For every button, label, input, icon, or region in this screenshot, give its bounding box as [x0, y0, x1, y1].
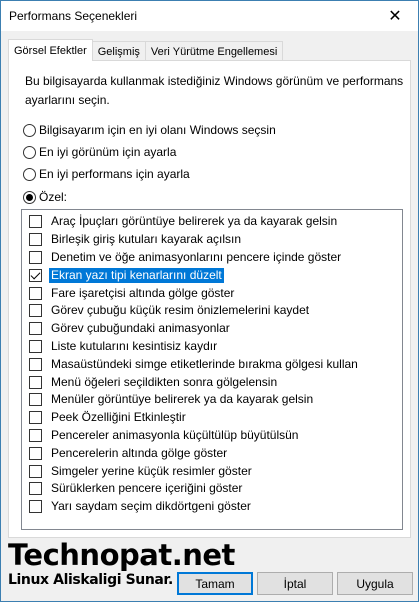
list-item[interactable]: Görev çubuğundaki animasyonlar [22, 320, 402, 338]
list-item-label: Sürüklerken pencere içeriğini göster [51, 481, 243, 496]
cancel-button[interactable]: İptal [257, 572, 333, 595]
list-item-label: Peek Özelliğini Etkinleştir [51, 410, 186, 425]
list-item-label: Fare işaretçisi altında gölge göster [51, 285, 235, 300]
radio-label: Özel: [39, 190, 68, 204]
ok-button[interactable]: Tamam [177, 572, 253, 595]
list-item[interactable]: Menüler görüntüye belirerek ya da kayara… [22, 391, 402, 409]
tab-visual-effects[interactable]: Görsel Efektler [8, 39, 93, 61]
checkbox[interactable] [29, 464, 42, 478]
list-item-label: Pencerelerin altında gölge göster [51, 445, 228, 460]
checkbox[interactable] [29, 500, 42, 514]
list-item-label: Masaüstündeki simge etiketlerinde bırakm… [51, 356, 358, 371]
list-item[interactable]: Birleşik giriş kutuları kayarak açılsın [22, 231, 402, 249]
radio-button[interactable] [23, 123, 36, 137]
list-item[interactable]: Liste kutularını kesintisiz kaydır [22, 338, 402, 356]
list-item-label: Denetim ve öğe animasyonlarını pencere i… [51, 249, 342, 264]
list-item-label: Ekran yazı tipi kenarlarını düzelt [49, 267, 224, 283]
radio-button[interactable] [23, 190, 36, 204]
checkbox[interactable] [29, 339, 42, 353]
checkbox[interactable] [29, 357, 42, 371]
checkbox[interactable] [29, 268, 42, 282]
checkbox[interactable] [29, 411, 42, 425]
tab-data-execution-prevention[interactable]: Veri Yürütme Engellemesi [144, 41, 284, 61]
list-item-label: Görev çubuğundaki animasyonlar [51, 321, 230, 336]
checkbox[interactable] [29, 304, 42, 318]
list-item[interactable]: Menü öğeleri seçildikten sonra gölgelens… [22, 373, 402, 391]
checkbox[interactable] [29, 286, 42, 300]
title-bar[interactable]: Performans Seçenekleri ✕ [1, 1, 418, 31]
list-item[interactable]: Denetim ve öğe animasyonlarını pencere i… [22, 249, 402, 267]
checkbox[interactable] [29, 250, 42, 264]
list-item[interactable]: Yarı saydam seçim dikdörtgeni göster [22, 498, 402, 516]
list-item[interactable]: Pencerelerin altında gölge göster [22, 444, 402, 462]
list-item-label: Menü öğeleri seçildikten sonra gölgelens… [51, 374, 278, 389]
radio-button[interactable] [23, 145, 36, 159]
list-item-label: Yarı saydam seçim dikdörtgeni göster [51, 499, 251, 514]
checkbox[interactable] [29, 215, 42, 229]
radio-let-windows-choose[interactable]: Bilgisayarım için en iyi olanı Windows s… [23, 123, 276, 137]
apply-button[interactable]: Uygula [337, 572, 413, 595]
radio-label: Bilgisayarım için en iyi olanı Windows s… [39, 123, 276, 137]
visual-effects-panel: Bu bilgisayarda kullanmak istediğiniz Wi… [8, 60, 411, 538]
radio-best-appearance[interactable]: En iyi görünüm için ayarla [23, 145, 176, 159]
list-item[interactable]: Fare işaretçisi altında gölge göster [22, 284, 402, 302]
list-item-label: Birleşik giriş kutuları kayarak açılsın [51, 232, 242, 247]
radio-label: En iyi görünüm için ayarla [39, 145, 177, 159]
radio-custom[interactable]: Özel: [23, 190, 67, 204]
list-item[interactable]: Masaüstündeki simge etiketlerinde bırakm… [22, 355, 402, 373]
list-item-label: Görev çubuğu küçük resim önizlemelerini … [51, 303, 310, 318]
list-item[interactable]: Pencereler animasyonla küçültülüp büyütü… [22, 427, 402, 445]
list-item-label: Simgeler yerine küçük resimler göster [51, 463, 252, 478]
checkbox[interactable] [29, 233, 42, 247]
watermark-title: Technopat.net [8, 538, 235, 572]
list-item-label: Araç İpuçları görüntüye belirerek ya da … [51, 214, 338, 229]
window-title: Performans Seçenekleri [9, 9, 138, 23]
description-text: Bu bilgisayarda kullanmak istediğiniz Wi… [25, 74, 404, 107]
checkbox[interactable] [29, 322, 42, 336]
checkbox[interactable] [29, 393, 42, 407]
list-item[interactable]: Peek Özelliğini Etkinleştir [22, 409, 402, 427]
checkbox[interactable] [29, 446, 42, 460]
visual-effects-list[interactable]: Araç İpuçları görüntüye belirerek ya da … [21, 209, 403, 530]
list-item[interactable]: Sürüklerken pencere içeriğini göster [22, 480, 402, 498]
radio-label: En iyi performans için ayarla [39, 167, 190, 181]
performance-options-dialog: Performans Seçenekleri ✕ Görsel Efektler… [0, 0, 419, 602]
tab-strip: Görsel Efektler Gelişmiş Veri Yürütme En… [8, 39, 284, 61]
checkbox[interactable] [29, 375, 42, 389]
checkbox[interactable] [29, 482, 42, 496]
list-item[interactable]: Ekran yazı tipi kenarlarını düzelt [22, 266, 402, 284]
list-item-label: Pencereler animasyonla küçültülüp büyütü… [51, 427, 299, 442]
tab-advanced[interactable]: Gelişmiş [91, 41, 146, 61]
list-item[interactable]: Görev çubuğu küçük resim önizlemelerini … [22, 302, 402, 320]
list-item[interactable]: Araç İpuçları görüntüye belirerek ya da … [22, 213, 402, 231]
radio-button[interactable] [23, 167, 36, 181]
radio-best-performance[interactable]: En iyi performans için ayarla [23, 167, 190, 181]
list-item[interactable]: Simgeler yerine küçük resimler göster [22, 462, 402, 480]
close-icon[interactable]: ✕ [372, 1, 418, 31]
list-item-label: Menüler görüntüye belirerek ya da kayara… [51, 392, 314, 407]
list-item-label: Liste kutularını kesintisiz kaydır [51, 338, 218, 353]
checkbox[interactable] [29, 428, 42, 442]
